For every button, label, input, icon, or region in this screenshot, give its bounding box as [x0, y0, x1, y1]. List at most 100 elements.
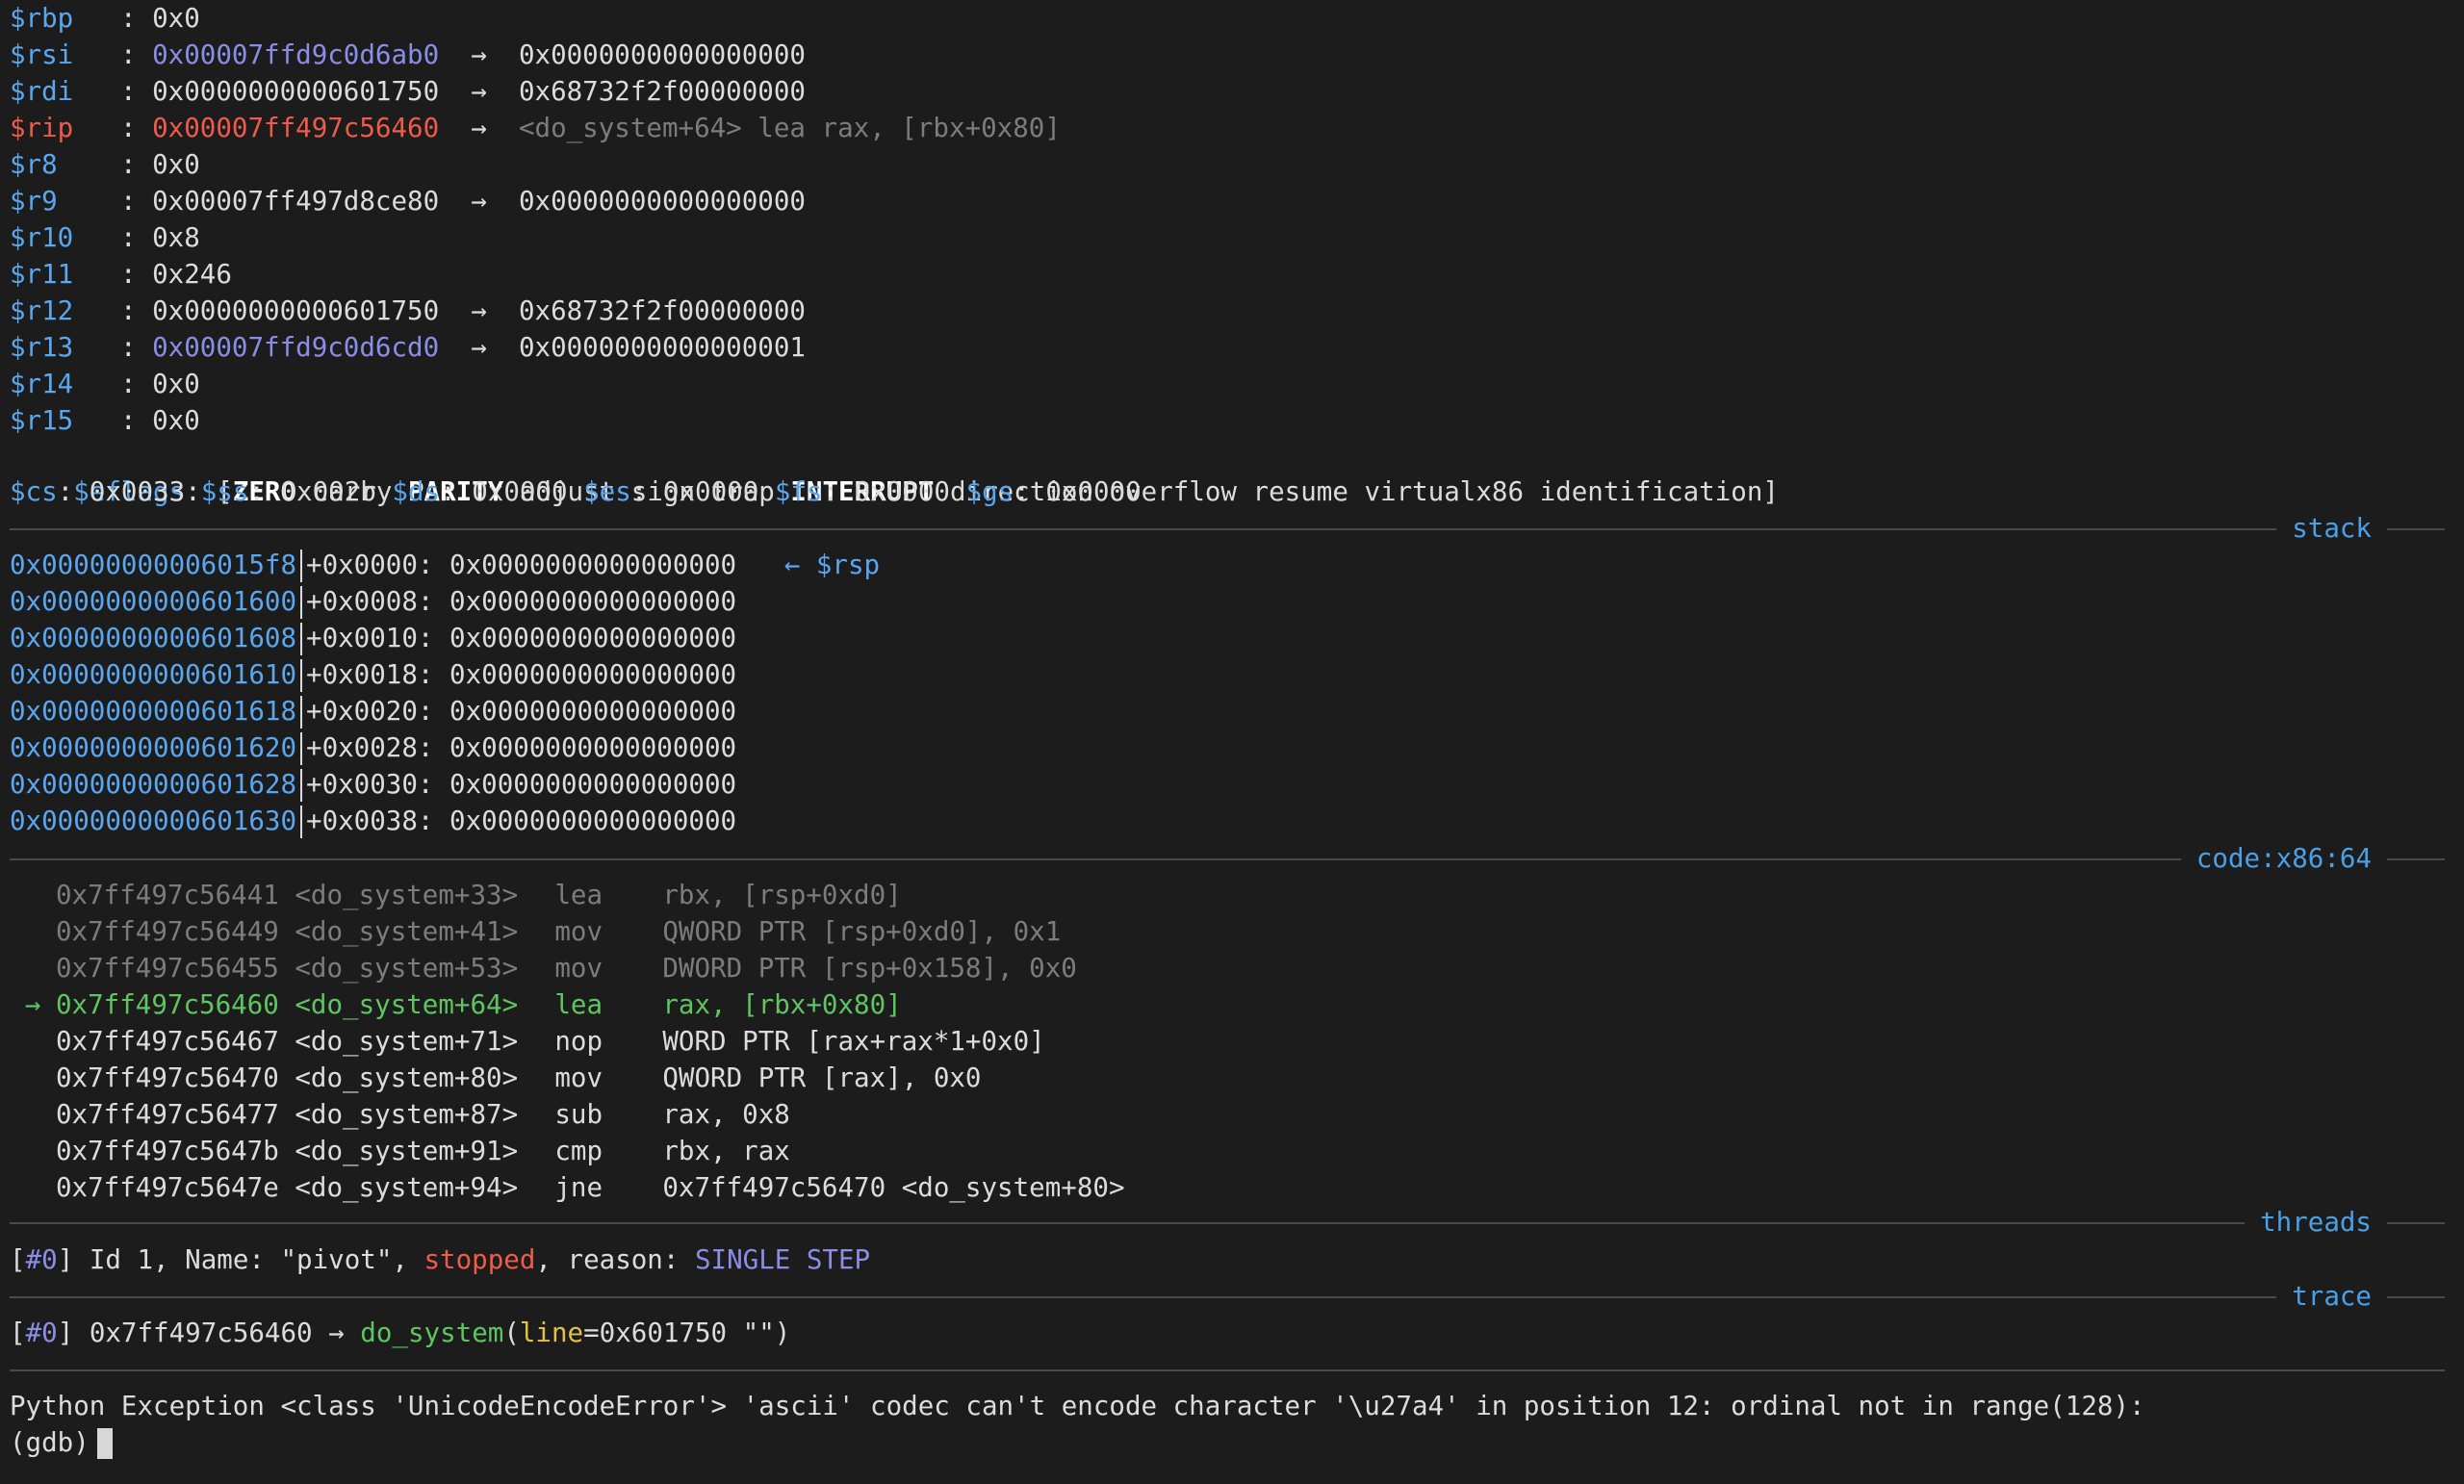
segment-name: $ss — [200, 476, 249, 507]
eflag-virtualx86: virtualx86 — [1364, 476, 1525, 507]
instruction-symbol: <do_system+71> — [295, 1026, 519, 1057]
stack-divider — [300, 696, 303, 729]
register-name: $rsi — [10, 39, 74, 70]
eflags-line: $eflags: [ZERO carry PARITY adjust sign … — [73, 476, 1779, 507]
stack-divider — [300, 769, 303, 802]
instruction-symbol: <do_system+33> — [295, 880, 519, 910]
stack-section-label: stack — [2276, 510, 2387, 547]
stack-row: 0x0000000000601618 +0x0020: 0x00000000000… — [10, 696, 737, 729]
instruction-symbol: <do_system+64> — [295, 989, 519, 1020]
stack-pointer-marker: ← $rsp — [783, 550, 881, 580]
stack-address: 0x0000000000601610 — [10, 659, 297, 690]
stack-section-header: stack — [10, 510, 2445, 547]
register-name: $r9 — [10, 186, 58, 217]
stack-divider — [300, 586, 303, 619]
trace-index: #0 — [25, 1318, 58, 1348]
register-row: $r15: 0x0 — [10, 402, 200, 439]
gdb-prompt: (gdb) — [10, 1427, 90, 1458]
segment-name: $fs — [774, 476, 823, 507]
instruction-mnemonic: nop — [554, 1026, 603, 1057]
stack-address: 0x0000000000601620 — [10, 732, 297, 763]
stack-offset: +0x0028 — [306, 732, 418, 763]
deref-arrow: → — [471, 76, 487, 107]
register-value: 0x8 — [152, 222, 200, 253]
stack-value: 0x0000000000000000 — [449, 586, 737, 617]
register-value: 0x0 — [152, 3, 200, 34]
instruction-operands: QWORD PTR [rsp+0xd0], 0x1 — [662, 916, 1062, 947]
segment-value: 0x002b — [280, 476, 376, 507]
register-value: 0x00007ffd9c0d6ab0 — [152, 39, 440, 70]
instruction-operands: WORD PTR [rax+rax*1+0x0] — [662, 1026, 1045, 1057]
register-row: $r11: 0x246 — [10, 256, 232, 293]
threads-section-label: threads — [2245, 1204, 2387, 1241]
register-deref-value: 0x0000000000000000 — [518, 39, 806, 70]
thread-info: Id 1, Name: "pivot", — [89, 1244, 424, 1275]
register-name: $r13 — [10, 332, 74, 363]
segment-value: 0x0000 — [1045, 476, 1142, 507]
instruction-address: 0x7ff497c56470 — [56, 1062, 279, 1093]
instruction-row: 0x7ff497c56477 <do_system+87> sub rax, 0x8 — [10, 1096, 790, 1133]
instruction-operands: QWORD PTR [rax], 0x0 — [662, 1062, 982, 1093]
gdb-prompt-line[interactable]: (gdb) — [10, 1424, 113, 1461]
code-section-header: code:x86:64 — [10, 840, 2445, 877]
trace-function: do_system — [360, 1318, 504, 1348]
instruction-symbol: <do_system+41> — [295, 916, 519, 947]
instruction-operands: DWORD PTR [rsp+0x158], 0x0 — [662, 953, 1077, 984]
current-instruction: → 0x7ff497c56460 <do_system+64> lea rax, [r… — [10, 986, 902, 1023]
threads-section-header: threads — [10, 1204, 2445, 1241]
eflag-resume: resume — [1252, 476, 1348, 507]
register-deref-value: <do_system+64> lea rax, [rbx+0x80] — [518, 113, 1061, 143]
stack-offset: +0x0020 — [306, 696, 418, 727]
deref-arrow: → — [471, 113, 487, 143]
stack-row: 0x00000000006015f8 +0x0000: 0x00000000000… — [10, 550, 881, 582]
trace-param-value: =0x601750 "" — [583, 1318, 775, 1348]
segment-name: $ds — [392, 476, 441, 507]
stack-address: 0x0000000000601618 — [10, 696, 297, 727]
instruction-symbol: <do_system+87> — [295, 1099, 519, 1130]
instruction-mnemonic: mov — [554, 953, 603, 984]
instruction-mnemonic: mov — [554, 916, 603, 947]
stack-offset: +0x0038 — [306, 806, 418, 836]
register-row: $r8: 0x0 — [10, 146, 200, 183]
register-name: $r8 — [10, 149, 58, 180]
register-row: $r14: 0x0 — [10, 366, 200, 402]
stack-offset: +0x0030 — [306, 769, 418, 800]
stack-row: 0x0000000000601600 +0x0008: 0x00000000000… — [10, 586, 737, 619]
register-deref-value: 0x0000000000000000 — [518, 186, 806, 217]
segment-name: $cs — [10, 476, 58, 507]
register-row: $r13: 0x00007ffd9c0d6cd0 → 0x00000000000… — [10, 329, 806, 366]
register-row: $r12: 0x0000000000601750 → 0x68732f2f000… — [10, 293, 806, 329]
register-deref-value: 0x0000000000000001 — [518, 332, 806, 363]
segment-value: 0x0000 — [854, 476, 950, 507]
stack-offset: +0x0000 — [306, 550, 418, 580]
stack-address: 0x0000000000601630 — [10, 806, 297, 836]
instruction-row: 0x7ff497c56449 <do_system+41> mov QWORD PT… — [10, 913, 1061, 950]
register-name: $rbp — [10, 3, 74, 34]
instruction-operands: rbx, rax — [662, 1136, 790, 1166]
eflag-identification: identification — [1539, 476, 1763, 507]
segment-registers-line: $cs: 0x0033 $ss: 0x002b $ds: 0x0000 $es:… — [10, 476, 1142, 507]
stack-value: 0x0000000000000000 — [449, 696, 737, 727]
deref-arrow: → — [471, 39, 487, 70]
instruction-address: 0x7ff497c56441 — [56, 880, 279, 910]
pc-marker: → — [24, 989, 41, 1020]
register-value: 0x0000000000601750 — [152, 295, 440, 326]
code-section-label: code:x86:64 — [2180, 840, 2387, 877]
register-deref-value: 0x68732f2f00000000 — [518, 295, 806, 326]
stack-divider — [300, 550, 303, 582]
stack-divider — [300, 659, 303, 692]
deref-arrow: → — [471, 295, 487, 326]
instruction-mnemonic: jne — [554, 1172, 603, 1203]
text-cursor[interactable] — [96, 1428, 113, 1459]
trace-address: 0x7ff497c56460 — [89, 1318, 313, 1348]
register-row: $rip: 0x00007ff497c56460 → <do_system+64… — [10, 110, 1061, 146]
trace-arrow: → — [328, 1318, 345, 1348]
instruction-row: 0x7ff497c56441 <do_system+33> lea rbx, [rs… — [10, 877, 902, 913]
register-name: $r11 — [10, 259, 74, 290]
instruction-mnemonic: sub — [554, 1099, 603, 1130]
register-value: 0x0 — [152, 405, 200, 436]
trace-section-header: trace — [10, 1278, 2445, 1315]
instruction-mnemonic: lea — [554, 989, 603, 1020]
stack-row: 0x0000000000601630 +0x0038: 0x00000000000… — [10, 806, 737, 838]
register-name: $rdi — [10, 76, 74, 107]
